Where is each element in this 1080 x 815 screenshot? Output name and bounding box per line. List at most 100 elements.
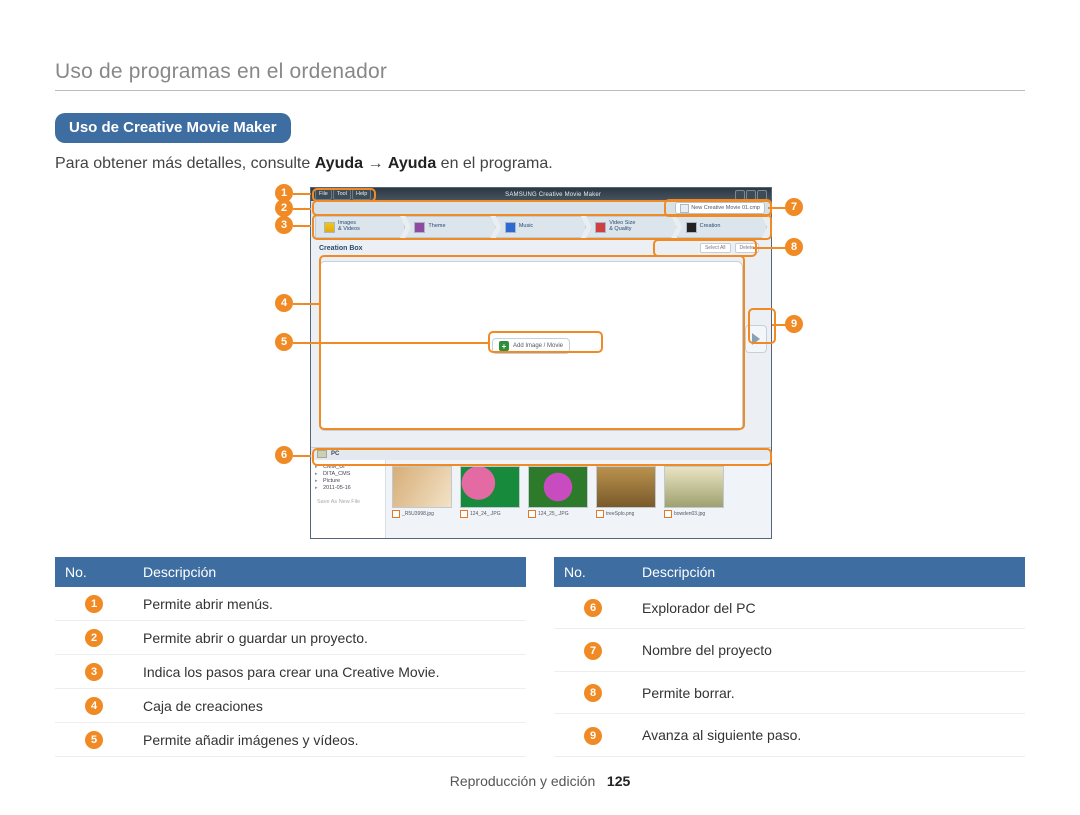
step-images-videos[interactable]: Images& Videos <box>315 216 405 238</box>
thumbnail-caption: bowden03.jpg <box>674 511 705 517</box>
folder-tree[interactable]: CMM_UI DITA_CMS Picture 2011-05-16 Save … <box>311 460 386 538</box>
row-desc: Caja de creaciones <box>133 689 526 723</box>
app-menubar[interactable]: File Tool Help <box>315 189 371 200</box>
minimize-icon[interactable] <box>735 190 745 200</box>
intro-bold-2: Ayuda <box>388 155 436 172</box>
col-no: No. <box>55 557 133 587</box>
delete-button[interactable]: Delete <box>735 243 759 253</box>
tree-node[interactable]: DITA_CMS <box>313 471 383 478</box>
tree-node[interactable]: Picture <box>313 478 383 485</box>
row-desc: Permite abrir o guardar un proyecto. <box>133 621 526 655</box>
row-number-badge: 3 <box>85 663 103 681</box>
checkbox-icon[interactable] <box>664 510 672 518</box>
window-controls[interactable] <box>735 190 767 200</box>
step-music[interactable]: Music <box>496 216 586 238</box>
images-icon <box>324 222 335 233</box>
menu-tool[interactable]: Tool <box>333 189 351 200</box>
row-desc: Permite abrir menús. <box>133 587 526 621</box>
thumbnail[interactable]: 124_25_.JPG <box>528 466 586 518</box>
table-row: 9 Avanza al siguiente paso. <box>554 714 1025 757</box>
checkbox-icon[interactable] <box>392 510 400 518</box>
section-title-pill: Uso de Creative Movie Maker <box>55 113 291 143</box>
video-size-icon <box>595 222 606 233</box>
description-table-left: No. Descripción 1Permite abrir menús. 2P… <box>55 557 526 757</box>
tree-node[interactable]: 2011-05-16 <box>313 485 383 492</box>
callout-2: 2 <box>275 199 293 217</box>
theme-icon <box>414 222 425 233</box>
table-row: 7Nombre del proyecto <box>554 629 1025 672</box>
pc-explorer-title: PC <box>331 451 339 457</box>
app-title-name: Creative Movie Maker <box>539 192 601 198</box>
maximize-icon[interactable] <box>746 190 756 200</box>
row-number-badge: 5 <box>85 731 103 749</box>
plus-icon: + <box>499 341 509 351</box>
checkbox-icon[interactable] <box>528 510 536 518</box>
step-label: Images& Videos <box>338 221 360 233</box>
row-number-badge: 1 <box>85 595 103 613</box>
step-label: Creation <box>700 224 721 230</box>
app-window: File Tool Help SAMSUNG Creative Movie Ma… <box>310 187 772 539</box>
table-row: 2 Permite abrir o guardar un proyecto. <box>55 621 526 655</box>
description-table-right: No. Descripción 6Explorador del PC 7Nomb… <box>554 557 1025 757</box>
thumbnail[interactable]: treeSplo.png <box>596 466 654 518</box>
thumbnail[interactable]: 124_24_.JPG <box>460 466 518 518</box>
pc-explorer: PC CMM_UI DITA_CMS Picture 2011-05-16 Sa… <box>311 447 771 538</box>
row-number-badge: 9 <box>584 727 602 745</box>
thumbnail-caption: 124_24_.JPG <box>470 511 501 517</box>
thumbnail-image <box>528 466 588 508</box>
annotated-screenshot: File Tool Help SAMSUNG Creative Movie Ma… <box>275 187 805 539</box>
footer-page-number: 125 <box>607 773 630 789</box>
step-label: Theme <box>428 224 445 230</box>
callout-7: 7 <box>785 198 803 216</box>
step-creation[interactable]: Creation <box>677 216 767 238</box>
intro-prefix: Para obtener más detalles, consulte <box>55 155 315 172</box>
select-all-button[interactable]: Select All <box>700 243 731 253</box>
col-desc: Descripción <box>632 557 1025 587</box>
table-row: 3 Indica los pasos para crear una Creativ… <box>55 655 526 689</box>
row-desc: Indica los pasos para crear una Creative… <box>133 655 526 689</box>
creation-box-title: Creation Box <box>319 245 363 252</box>
thumbnail-caption: 124_25_.JPG <box>538 511 569 517</box>
app-body: Creation Box Select All Delete + Add Ima… <box>311 239 771 538</box>
breadcrumb: Uso de programas en el ordenador <box>55 60 1025 84</box>
row-desc: Avanza al siguiente paso. <box>632 714 1025 757</box>
row-number-badge: 4 <box>85 697 103 715</box>
pc-explorer-header[interactable]: PC <box>311 448 771 460</box>
close-icon[interactable] <box>757 190 767 200</box>
next-step-play-button[interactable] <box>745 325 767 353</box>
creation-box[interactable]: + Add Image / Movie <box>319 261 743 431</box>
thumbnail[interactable]: bowden03.jpg <box>664 466 722 518</box>
checkbox-icon[interactable] <box>460 510 468 518</box>
row-number-badge: 2 <box>85 629 103 647</box>
play-icon <box>752 333 760 345</box>
row-desc: Permite borrar. <box>632 671 1025 714</box>
table-row: 5 Permite añadir imágenes y vídeos. <box>55 723 526 757</box>
col-no: No. <box>554 557 632 587</box>
thumbnail[interactable]: _R5U3998.jpg <box>392 466 450 518</box>
thumbnail-image <box>596 466 656 508</box>
app-titlebar: File Tool Help SAMSUNG Creative Movie Ma… <box>311 188 771 201</box>
page-footer: Reproducción y edición 125 <box>0 773 1080 789</box>
menu-help[interactable]: Help <box>352 189 371 200</box>
callout-5: 5 <box>275 333 293 351</box>
menu-file[interactable]: File <box>315 189 332 200</box>
checkbox-icon[interactable] <box>596 510 604 518</box>
add-chip-label: Add Image / Movie <box>513 343 563 349</box>
project-file-chip[interactable]: New Creative Movie 01.cmp <box>675 202 765 214</box>
project-file-name: New Creative Movie 01.cmp <box>691 205 760 211</box>
thumbnail-image <box>460 466 520 508</box>
project-toolbar: New Creative Movie 01.cmp <box>311 201 771 215</box>
row-number-badge: 8 <box>584 684 602 702</box>
tree-node[interactable]: CMM_UI <box>313 464 383 471</box>
callout-4: 4 <box>275 294 293 312</box>
step-theme[interactable]: Theme <box>405 216 495 238</box>
add-image-movie-button[interactable]: + Add Image / Movie <box>492 338 570 354</box>
save-as-new-file[interactable]: Save As New File <box>313 499 383 505</box>
thumbnail-strip: _R5U3998.jpg 124_24_.JPG 124_25_.JPG tre… <box>386 460 771 538</box>
intro-suffix: en el programa. <box>436 155 553 172</box>
intro-arrow: → <box>363 155 388 172</box>
row-desc: Permite añadir imágenes y vídeos. <box>133 723 526 757</box>
step-video-size[interactable]: Video Size& Quality <box>586 216 676 238</box>
document-icon <box>680 204 689 213</box>
table-row: 6Explorador del PC <box>554 587 1025 629</box>
